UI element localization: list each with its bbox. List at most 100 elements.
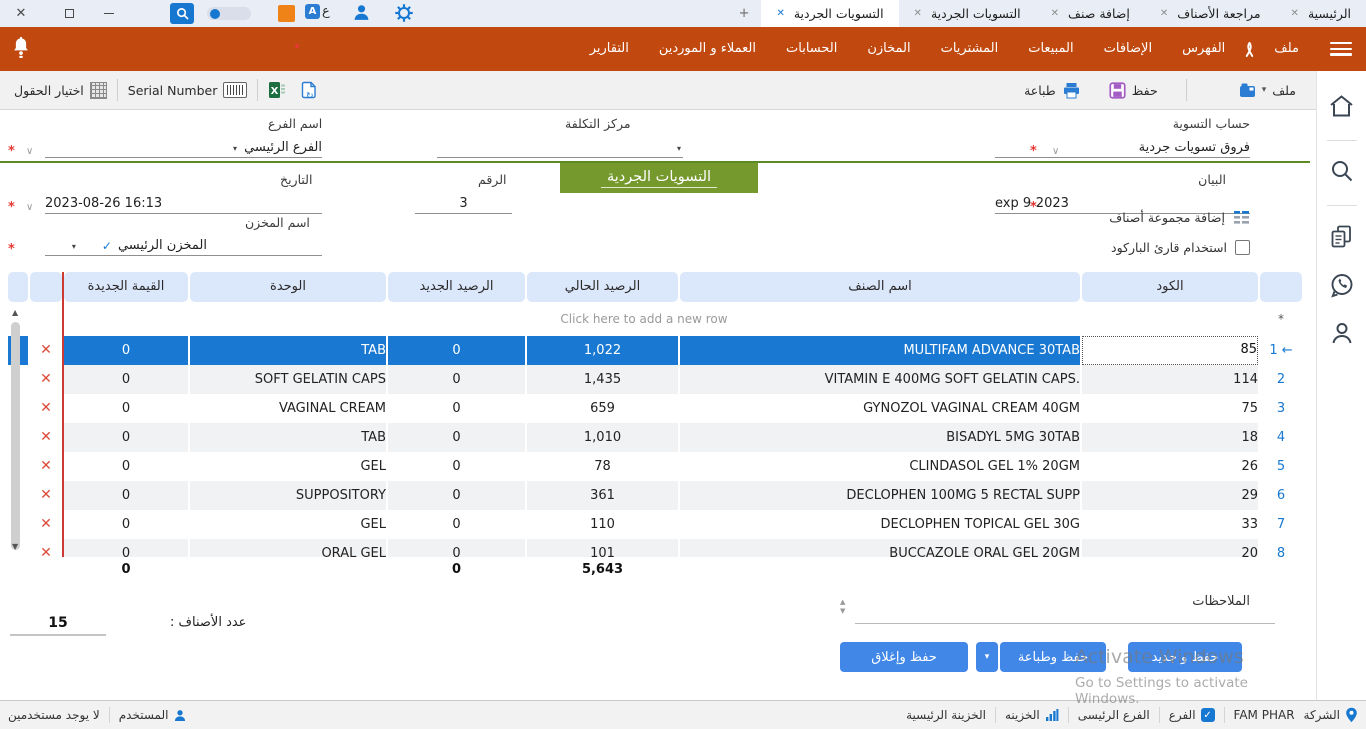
delete-row-button[interactable]: ✕ <box>30 452 62 481</box>
chevron-down-icon[interactable]: ∨ <box>1052 146 1059 157</box>
save-button[interactable]: حفظ <box>1109 82 1158 99</box>
cell-unit[interactable]: TAB <box>190 423 386 452</box>
notes-input[interactable] <box>855 600 1275 624</box>
print-button[interactable]: طباعة <box>1024 82 1081 99</box>
menu-item[interactable]: الفهرس <box>1167 27 1240 71</box>
add-items-group-button[interactable]: إضافة مجموعة أصناف <box>1109 210 1250 225</box>
cell-current-balance[interactable]: 78 <box>527 452 678 481</box>
cell-code[interactable]: 20 <box>1082 539 1258 557</box>
delete-row-button[interactable]: ✕ <box>30 510 62 539</box>
col-new-value-header[interactable]: القيمة الجديدة <box>64 272 188 302</box>
cell-current-balance[interactable]: 110 <box>527 510 678 539</box>
home-button[interactable] <box>1328 93 1355 123</box>
cell-current-balance[interactable]: 1,435 <box>527 365 678 394</box>
table-row[interactable]: 526CLINDASOL GEL 1% 20GM780GEL0✕ <box>8 452 1302 481</box>
cell-new-balance[interactable]: 0 <box>388 510 525 539</box>
scroll-down-arrow[interactable]: ▼ <box>12 542 18 551</box>
tab-active[interactable]: التسويات الجردية✕ <box>761 0 898 27</box>
cell-current-balance[interactable]: 1,022 <box>527 336 678 365</box>
menu-item[interactable]: التقارير <box>575 27 644 71</box>
language-switch-button[interactable]: ع A <box>305 4 330 19</box>
tab-close-icon[interactable]: ✕ <box>1160 8 1168 19</box>
cell-new-balance[interactable]: 0 <box>388 481 525 510</box>
statusbar-branch[interactable]: ✓ الفرع <box>1169 708 1215 722</box>
delete-row-button[interactable]: ✕ <box>30 336 62 365</box>
tab-item[interactable]: الرئيسية✕ <box>1276 0 1366 27</box>
menu-item[interactable]: المبيعات <box>1013 27 1088 71</box>
cell-item-name[interactable]: DECLOPHEN 100MG 5 RECTAL SUPP <box>680 481 1080 510</box>
cell-current-balance[interactable]: 1,010 <box>527 423 678 452</box>
menu-item[interactable]: ملف <box>1259 27 1314 71</box>
cell-new-balance[interactable]: 0 <box>388 365 525 394</box>
cell-item-name[interactable]: CLINDASOL GEL 1% 20GM <box>680 452 1080 481</box>
save-and-close-button[interactable]: حفظ وإغلاق <box>840 642 968 672</box>
minimize-window-button[interactable] <box>96 0 122 27</box>
col-unit-header[interactable]: الوحدة <box>190 272 386 302</box>
col-item-name-header[interactable]: اسم الصنف <box>680 272 1080 302</box>
barcode-reader-checkbox[interactable] <box>1235 240 1250 255</box>
cost-center-field[interactable]: ▾ <box>437 134 683 158</box>
tab-close-icon[interactable]: ✕ <box>776 8 784 19</box>
tab-item[interactable]: التسويات الجردية✕ <box>899 0 1036 27</box>
table-row[interactable]: 820BUCCAZOLE ORAL GEL 20GM1010ORAL GEL0✕ <box>8 539 1302 557</box>
menu-item[interactable]: الحسابات <box>771 27 852 71</box>
vertical-scrollbar[interactable] <box>11 322 20 550</box>
whatsapp-button[interactable] <box>1328 271 1356 303</box>
col-new-balance-header[interactable]: الرصيد الجديد <box>388 272 525 302</box>
cell-code[interactable]: 29 <box>1082 481 1258 510</box>
barcode-reader-option[interactable]: استخدام قارئ الباركود <box>1111 240 1250 255</box>
cell-new-value[interactable]: 0 <box>64 452 188 481</box>
choose-fields-button[interactable]: اختيار الحقول <box>14 82 107 99</box>
search-panel-button[interactable] <box>1329 158 1355 188</box>
cell-new-balance[interactable]: 0 <box>388 336 525 365</box>
col-current-balance-header[interactable]: الرصيد الحالي <box>527 272 678 302</box>
menu-item[interactable]: المخازن <box>852 27 925 71</box>
cell-code[interactable]: 85 <box>1082 336 1258 365</box>
user-profile-button[interactable] <box>352 3 371 22</box>
treasury-value[interactable]: الخزينة الرئيسية <box>906 708 986 722</box>
cell-new-value[interactable]: 0 <box>64 336 188 365</box>
tab-item[interactable]: مراجعة الأصناف✕ <box>1145 0 1276 27</box>
menu-item[interactable]: الإضافات <box>1089 27 1167 71</box>
chevron-down-icon[interactable]: ∨ <box>26 146 33 157</box>
statusbar-user[interactable]: المستخدم <box>119 708 188 723</box>
cell-unit[interactable]: GEL <box>190 510 386 539</box>
save-and-new-button[interactable]: حفظ و جديد <box>1128 642 1242 672</box>
cell-current-balance[interactable]: 361 <box>527 481 678 510</box>
cell-code[interactable]: 114 <box>1082 365 1258 394</box>
cell-new-balance[interactable]: 0 <box>388 423 525 452</box>
col-code-header[interactable]: الكود <box>1082 272 1258 302</box>
task-list-icon[interactable] <box>278 5 295 22</box>
notifications-bell-icon[interactable] <box>10 36 32 64</box>
warehouse-name-field[interactable]: المخزن الرئيسي ✓ ▾ <box>45 232 322 256</box>
cell-new-value[interactable]: 0 <box>64 539 188 557</box>
cell-current-balance[interactable]: 659 <box>527 394 678 423</box>
cell-code[interactable]: 18 <box>1082 423 1258 452</box>
close-window-button[interactable]: ✕ <box>8 0 34 27</box>
table-row[interactable]: 629DECLOPHEN 100MG 5 RECTAL SUPP3610SUPP… <box>8 481 1302 510</box>
branch-value[interactable]: الفرع الرئيسى <box>1078 708 1150 722</box>
add-row-line[interactable]: * Click here to add a new row <box>8 302 1302 336</box>
cell-new-balance[interactable]: 0 <box>388 394 525 423</box>
cell-item-name[interactable]: VITAMIN E 400MG SOFT GELATIN CAPS. <box>680 365 1080 394</box>
new-tab-button[interactable]: + <box>727 0 762 27</box>
save-and-print-button[interactable]: حفظ وطباعة <box>1000 642 1106 672</box>
serial-number-button[interactable]: Serial Number <box>128 82 248 98</box>
delete-row-button[interactable]: ✕ <box>30 365 62 394</box>
tab-close-icon[interactable]: ✕ <box>914 8 922 19</box>
scroll-up-arrow[interactable]: ▲ <box>12 308 18 317</box>
chevron-down-icon[interactable]: ∨ <box>26 202 33 213</box>
cell-unit[interactable]: GEL <box>190 452 386 481</box>
number-field[interactable]: 3 <box>415 190 512 214</box>
cell-item-name[interactable]: MULTIFAM ADVANCE 30TAB <box>680 336 1080 365</box>
table-row[interactable]: ← 185MULTIFAM ADVANCE 30TAB1,0220TAB0✕ <box>8 336 1302 365</box>
cell-item-name[interactable]: BISADYL 5MG 30TAB <box>680 423 1080 452</box>
cell-new-value[interactable]: 0 <box>64 481 188 510</box>
table-row[interactable]: 2114VITAMIN E 400MG SOFT GELATIN CAPS.1,… <box>8 365 1302 394</box>
tab-item[interactable]: إضافة صنف✕ <box>1036 0 1145 27</box>
delete-row-button[interactable]: ✕ <box>30 394 62 423</box>
delete-row-button[interactable]: ✕ <box>30 423 62 452</box>
cell-code[interactable]: 26 <box>1082 452 1258 481</box>
cell-new-value[interactable]: 0 <box>64 394 188 423</box>
cell-unit[interactable]: VAGINAL CREAM <box>190 394 386 423</box>
